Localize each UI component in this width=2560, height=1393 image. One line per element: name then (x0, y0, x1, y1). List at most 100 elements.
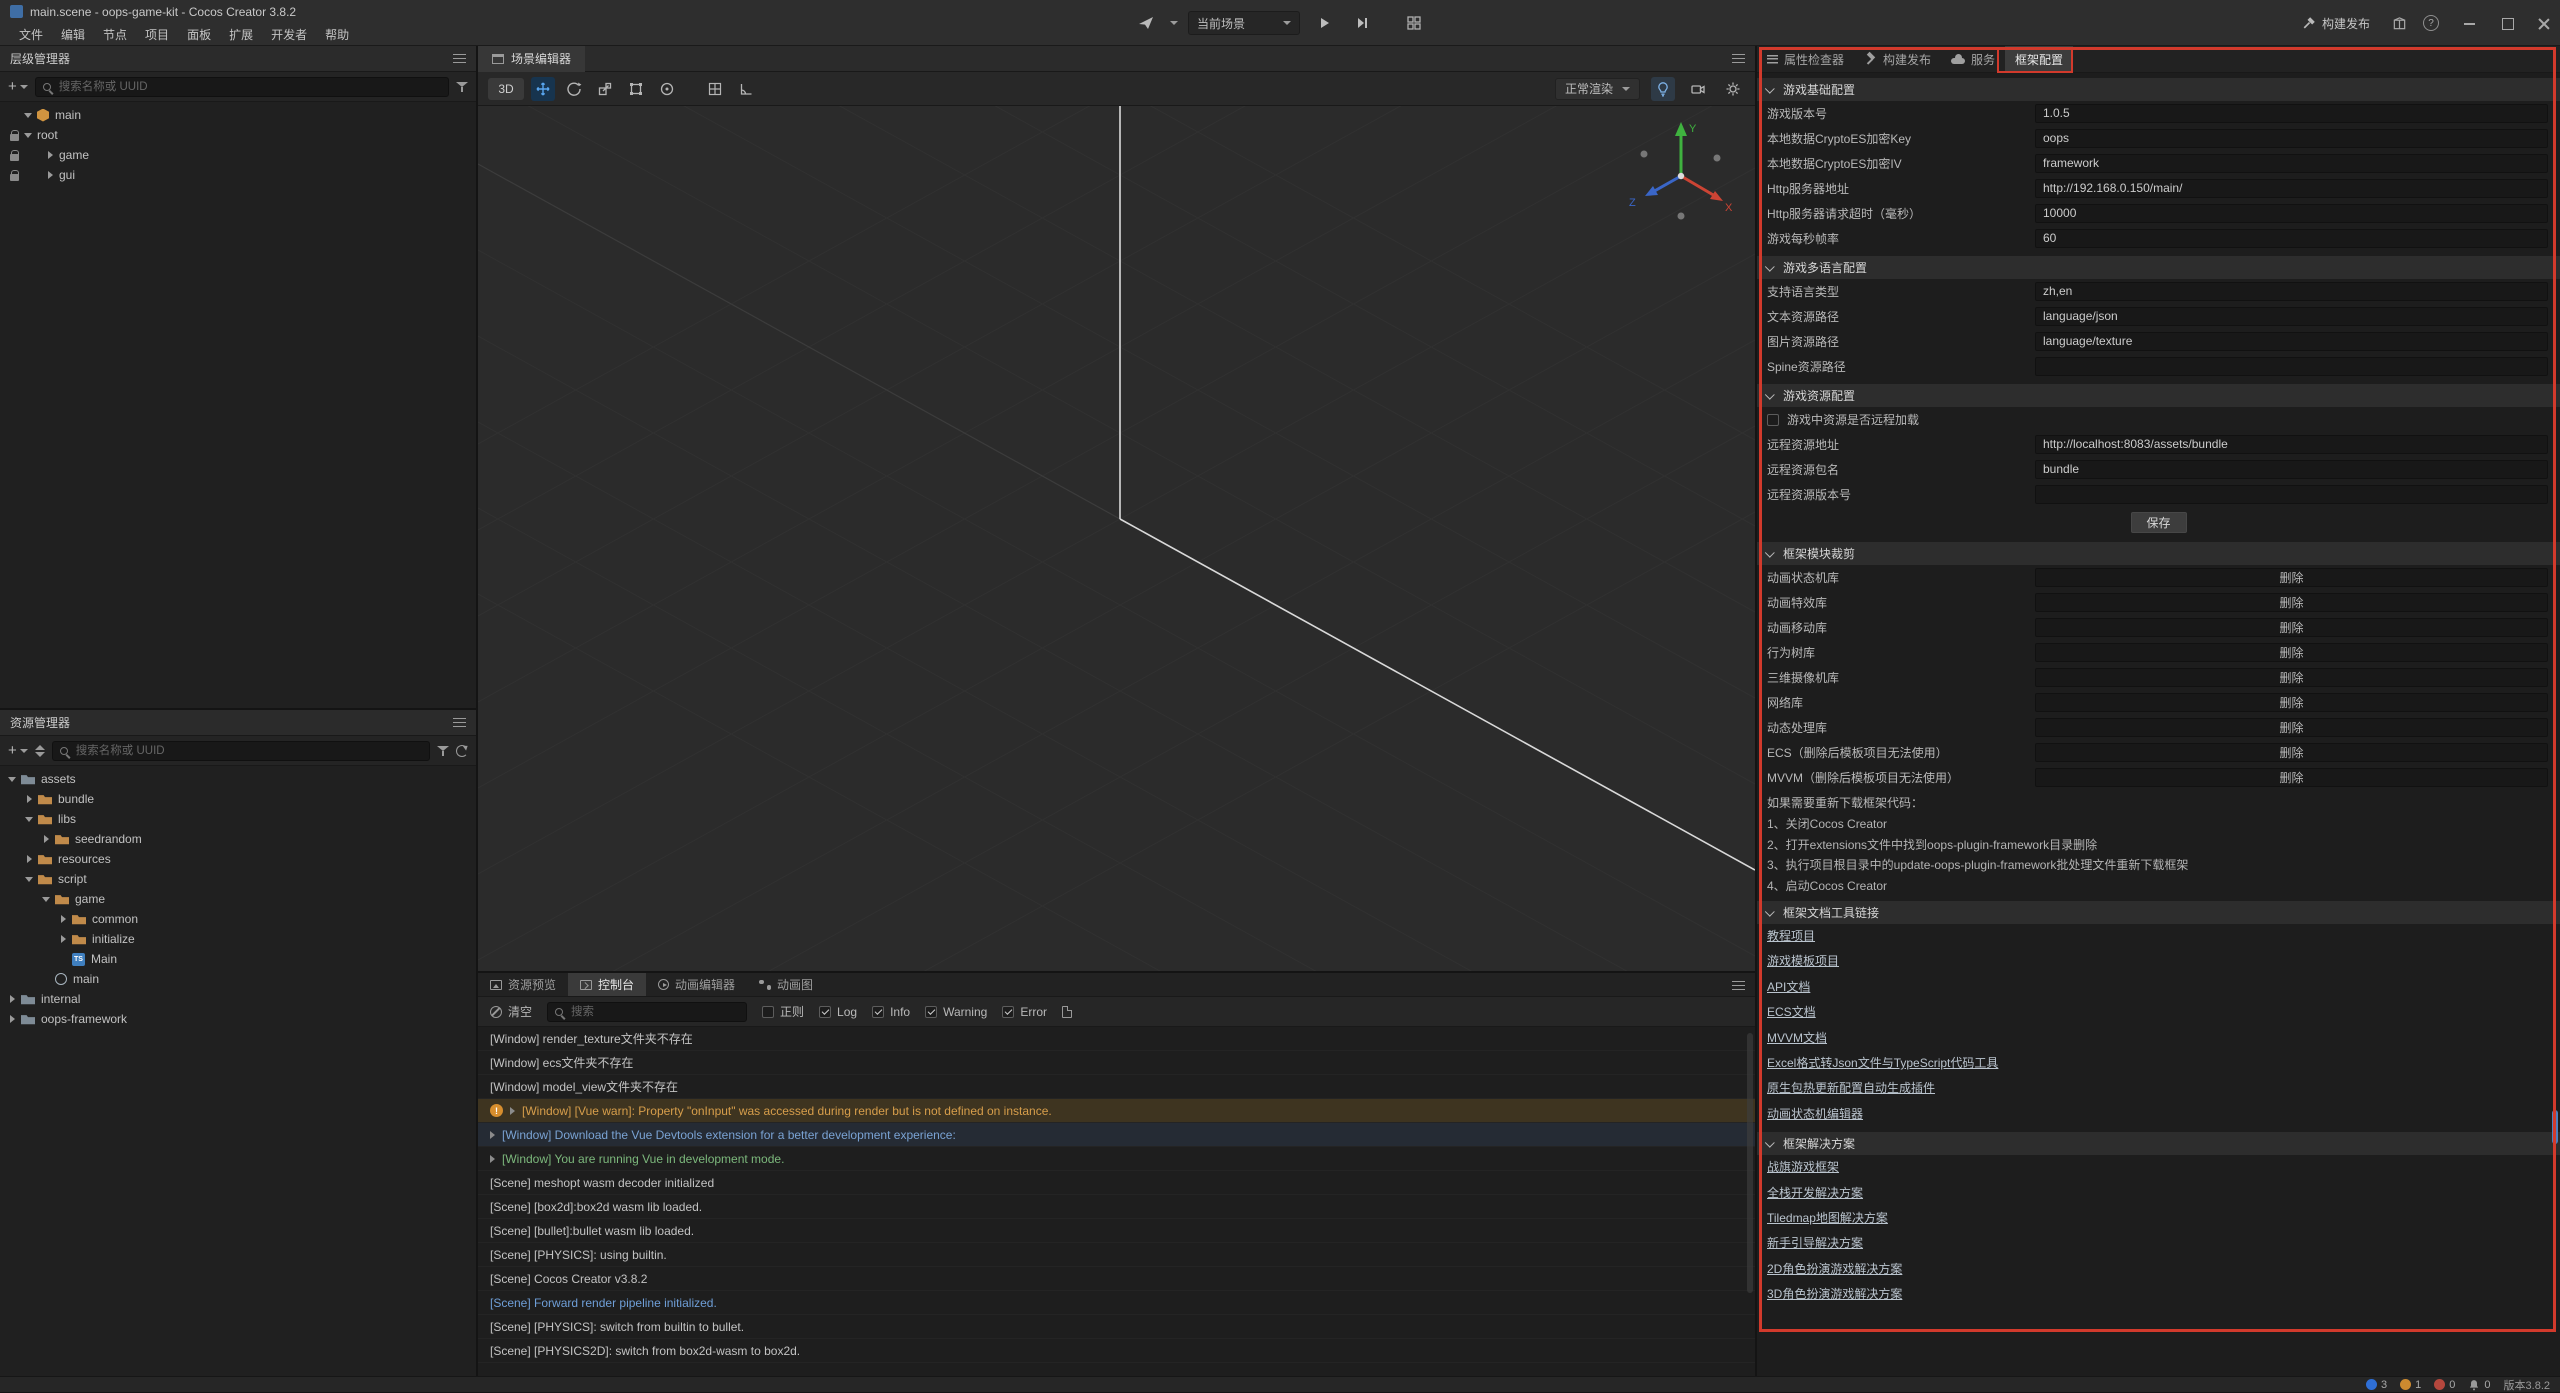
caret-icon[interactable] (23, 873, 35, 885)
text-input[interactable]: bundle (2035, 460, 2548, 479)
text-input[interactable]: framework (2035, 154, 2548, 173)
asset-node[interactable]: script (0, 869, 476, 889)
delete-module-button[interactable]: 删除 (2035, 668, 2548, 687)
log-row[interactable]: [Scene] Forward render pipeline initiali… (478, 1291, 1755, 1315)
menu-item[interactable]: 文件 (10, 26, 52, 43)
caret-icon[interactable] (23, 793, 35, 805)
add-node-button[interactable]: + (8, 79, 28, 94)
snap-grid-icon[interactable] (703, 77, 727, 101)
section-header[interactable]: 框架解决方案 (1757, 1132, 2560, 1155)
menu-item[interactable]: 开发者 (262, 26, 316, 43)
hamburger-menu-icon[interactable] (453, 54, 466, 63)
text-input[interactable]: http://192.168.0.150/main/ (2035, 179, 2548, 198)
filter-checkbox[interactable] (819, 1006, 831, 1018)
asset-node[interactable]: libs (0, 809, 476, 829)
solution-link[interactable]: 全栈开发解决方案 (1767, 1181, 1863, 1206)
sort-icon[interactable] (35, 745, 45, 757)
caret-icon[interactable] (57, 933, 69, 945)
text-input[interactable]: 1.0.5 (2035, 104, 2548, 123)
log-row[interactable]: [Window] [Vue warn]: Property "onInput" … (478, 1099, 1755, 1123)
menu-item[interactable]: 帮助 (316, 26, 358, 43)
export-log-icon[interactable] (1062, 1006, 1072, 1018)
console-scrollbar[interactable] (1747, 1033, 1753, 1293)
preview-platform-icon[interactable] (1132, 11, 1160, 35)
filter-icon[interactable] (437, 745, 449, 757)
scale-tool-icon[interactable] (593, 77, 617, 101)
save-button[interactable]: 保存 (2131, 512, 2187, 533)
log-row[interactable]: [Scene] [PHYSICS2D]: switch from box2d-w… (478, 1339, 1755, 1363)
asset-node[interactable]: internal (0, 989, 476, 1009)
text-input[interactable]: 60 (2035, 229, 2548, 248)
caret-icon[interactable] (57, 913, 69, 925)
lightbulb-icon[interactable] (1651, 77, 1675, 101)
console-search-input[interactable] (569, 1005, 739, 1019)
play-button[interactable] (1310, 11, 1338, 35)
gear-icon[interactable] (1721, 77, 1745, 101)
caret-icon[interactable] (40, 973, 52, 985)
section-header[interactable]: 游戏资源配置 (1757, 384, 2560, 407)
caret-icon[interactable] (44, 149, 56, 161)
delete-module-button[interactable]: 删除 (2035, 768, 2548, 787)
hierarchy-search-input[interactable] (57, 80, 441, 94)
caret-icon[interactable] (6, 993, 18, 1005)
maximize-button[interactable] (2500, 17, 2513, 30)
hierarchy-node[interactable]: main (0, 105, 476, 125)
scene-viewport[interactable]: Y X Z (478, 106, 1755, 971)
caret-icon[interactable] (6, 1013, 18, 1025)
delete-module-button[interactable]: 删除 (2035, 643, 2548, 662)
add-asset-button[interactable]: + (8, 743, 28, 758)
inspector-tab[interactable]: 属性检查器 (1757, 46, 1854, 72)
notification-badge[interactable]: 0 (2468, 1379, 2490, 1391)
inspector-tab[interactable]: 框架配置 (2005, 46, 2073, 72)
log-row[interactable]: [Window] ecs文件夹不存在 (478, 1051, 1755, 1075)
preview-scene-select[interactable]: 当前场景 (1188, 11, 1300, 35)
layout-grid-icon[interactable] (1400, 11, 1428, 35)
menu-item[interactable]: 项目 (136, 26, 178, 43)
section-header[interactable]: 游戏多语言配置 (1757, 256, 2560, 279)
refresh-icon[interactable] (456, 745, 468, 757)
caret-icon[interactable] (40, 893, 52, 905)
log-row[interactable]: [Window] render_texture文件夹不存在 (478, 1027, 1755, 1051)
log-row[interactable]: [Window] You are running Vue in developm… (478, 1147, 1755, 1171)
warning-count-badge[interactable]: 1 (2400, 1379, 2421, 1391)
text-input[interactable]: oops (2035, 129, 2548, 148)
doc-link[interactable]: Excel格式转Json文件与TypeScript代码工具 (1767, 1051, 1998, 1076)
filter-checkbox[interactable] (1002, 1006, 1014, 1018)
rect-tool-icon[interactable] (624, 77, 648, 101)
minimize-button[interactable] (2463, 17, 2476, 30)
text-input[interactable] (2035, 357, 2548, 376)
text-input[interactable]: 10000 (2035, 204, 2548, 223)
hierarchy-searchbox[interactable] (35, 77, 449, 97)
inspector-scrollbar[interactable] (2552, 1110, 2558, 1144)
text-input[interactable]: language/texture (2035, 332, 2548, 351)
menu-item[interactable]: 节点 (94, 26, 136, 43)
doc-link[interactable]: 动画状态机编辑器 (1767, 1102, 1863, 1127)
menu-item[interactable]: 扩展 (220, 26, 262, 43)
step-button[interactable] (1348, 11, 1376, 35)
hamburger-menu-icon[interactable] (453, 718, 466, 727)
log-row[interactable]: [Window] Download the Vue Devtools exten… (478, 1123, 1755, 1147)
console-tab[interactable]: 动画编辑器 (646, 973, 747, 996)
assets-searchbox[interactable] (52, 741, 430, 761)
log-row[interactable]: [Window] model_view文件夹不存在 (478, 1075, 1755, 1099)
solution-link[interactable]: 战旗游戏框架 (1767, 1155, 1839, 1180)
orientation-gizmo[interactable]: Y X Z (1621, 112, 1741, 232)
tab-scene-editor[interactable]: 场景编辑器 (478, 46, 585, 72)
doc-link[interactable]: ECS文档 (1767, 1000, 1816, 1025)
clear-console-button[interactable]: 清空 (490, 1003, 532, 1020)
filter-checkbox[interactable] (762, 1006, 774, 1018)
log-row[interactable]: [Scene] [bullet]:bullet wasm lib loaded. (478, 1219, 1755, 1243)
log-row[interactable]: [Scene] [box2d]:box2d wasm lib loaded. (478, 1195, 1755, 1219)
asset-node[interactable]: main (0, 969, 476, 989)
remote-load-checkbox[interactable] (1767, 414, 1779, 426)
asset-node[interactable]: bundle (0, 789, 476, 809)
delete-module-button[interactable]: 删除 (2035, 693, 2548, 712)
doc-link[interactable]: MVVM文档 (1767, 1026, 1827, 1051)
log-filter[interactable]: Warning (925, 1005, 987, 1019)
caret-icon[interactable] (22, 129, 34, 141)
filter-icon[interactable] (456, 81, 468, 93)
caret-icon[interactable] (57, 953, 69, 965)
doc-link[interactable]: API文档 (1767, 975, 1810, 1000)
snap-angle-icon[interactable] (734, 77, 758, 101)
caret-icon[interactable] (23, 813, 35, 825)
